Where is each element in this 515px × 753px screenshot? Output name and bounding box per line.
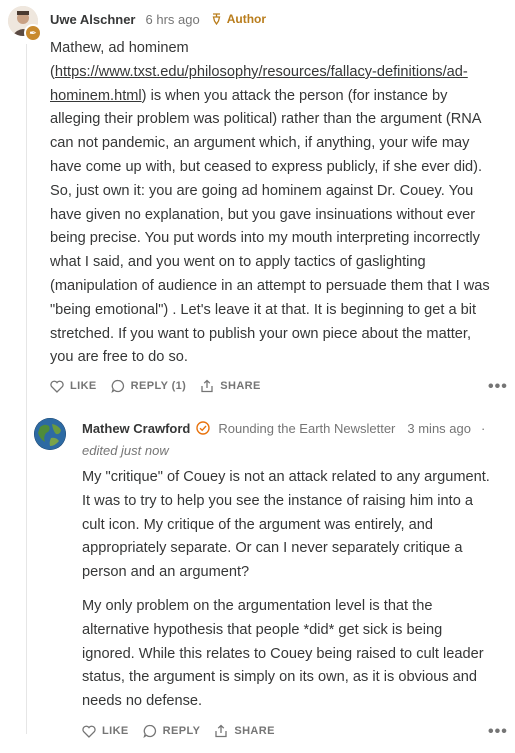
reply-button[interactable]: REPLY (1) xyxy=(111,379,187,393)
globe-avatar-icon xyxy=(34,418,66,450)
comment-header: Mathew Crawford Rounding the Earth Newsl… xyxy=(82,419,485,437)
comment-body-paragraph-2: My only problem on the argumentation lev… xyxy=(82,595,510,714)
comment-line: can not pandemic, an argument which, if … xyxy=(50,135,470,152)
share-icon xyxy=(215,724,227,738)
like-button[interactable]: LIKE xyxy=(50,380,97,393)
comment-line: you are free to do so. xyxy=(50,349,188,366)
reply-label: REPLY xyxy=(162,725,201,737)
speech-bubble-icon xyxy=(111,379,124,393)
share-label: SHARE xyxy=(234,725,275,737)
comment-line: My only problem on the argumentation lev… xyxy=(82,598,433,614)
like-label: LIKE xyxy=(102,725,129,737)
thread-line xyxy=(26,44,27,404)
more-options-icon[interactable]: ••• xyxy=(488,378,508,396)
share-button[interactable]: SHARE xyxy=(200,379,261,393)
thread-line xyxy=(26,404,27,734)
verified-check-icon xyxy=(196,421,211,435)
reply-label: REPLY (1) xyxy=(130,380,187,392)
heart-icon xyxy=(82,725,96,738)
pen-nib-icon xyxy=(212,13,221,25)
heart-icon xyxy=(50,380,64,393)
author-badge: Author xyxy=(212,12,266,26)
comment-line: So, just own it: you are going ad homine… xyxy=(50,182,474,199)
comment-body: My "critique" of Couey is not an attack … xyxy=(82,466,510,585)
comment-line: cult icon. My critique of the argument w… xyxy=(82,516,433,533)
comment-line: needs no defense. xyxy=(82,693,203,710)
separator-dot: · xyxy=(480,420,486,436)
share-icon xyxy=(201,379,213,393)
more-options-icon[interactable]: ••• xyxy=(488,723,508,741)
avatar[interactable] xyxy=(34,418,66,450)
comment-line: being precise. You put words into my mou… xyxy=(50,230,480,247)
comment-actions: LIKE REPLY (1) SHARE xyxy=(50,379,275,393)
timestamp[interactable]: 6 hrs ago xyxy=(146,12,200,27)
author-pen-badge-icon: ✒ xyxy=(24,24,42,42)
comment-line: It was to try to help you see the instan… xyxy=(82,492,473,509)
comment-header: Uwe Alschner 6 hrs ago Author xyxy=(50,10,266,28)
comment-line: (manipulation of audience in an attempt … xyxy=(50,277,490,294)
comment-line: have given no explanation, but you gave … xyxy=(50,206,476,223)
comment-line: appropriately separate. Or can I never s… xyxy=(82,540,463,557)
author-name[interactable]: Mathew Crawford xyxy=(82,421,190,436)
comment-line-rest: ) is when you attack the person (for ins… xyxy=(141,87,448,104)
like-button[interactable]: LIKE xyxy=(82,725,129,738)
comment-line: hominem.html) is when you attack the per… xyxy=(50,85,508,109)
speech-bubble-icon xyxy=(143,724,156,738)
comment-line: alleging their problem was political) ra… xyxy=(50,111,482,128)
publication-link[interactable]: Rounding the Earth Newsletter xyxy=(218,421,395,436)
author-badge-label: Author xyxy=(226,12,267,26)
author-name[interactable]: Uwe Alschner xyxy=(50,12,136,27)
fallacy-link[interactable]: https://www.txst.edu/philosophy/resource… xyxy=(55,64,468,80)
comment-line: status, the argument is simply on its ow… xyxy=(82,669,478,686)
comment-actions: LIKE REPLY SHARE xyxy=(82,724,289,738)
comment-line: ignored. While this relates to Couey bei… xyxy=(82,645,484,662)
comment-line: Mathew, ad hominem xyxy=(50,40,189,56)
edited-indicator: edited just now xyxy=(82,443,169,458)
comment-line: stretched. If you want to publish your o… xyxy=(50,325,472,342)
comment-line: person and an argument? xyxy=(82,564,250,581)
share-label: SHARE xyxy=(220,380,261,392)
share-button[interactable]: SHARE xyxy=(214,724,275,738)
comment-line: My "critique" of Couey is not an attack … xyxy=(82,469,490,485)
comment-body: Mathew, ad hominem (https://www.txst.edu… xyxy=(50,37,508,370)
comment-line: what I said, and you went on to apply ta… xyxy=(50,254,426,271)
comment-line: have come up with, but ceased to express… xyxy=(50,158,483,175)
fallacy-link-cont[interactable]: hominem.html xyxy=(50,88,142,104)
timestamp[interactable]: 3 mins ago xyxy=(407,421,471,436)
comment-line: (https://www.txst.edu/philosophy/resourc… xyxy=(50,63,468,80)
reply-button[interactable]: REPLY xyxy=(143,724,201,738)
comment-line: alternative hypothesis that people *did*… xyxy=(82,621,443,638)
like-label: LIKE xyxy=(70,380,97,392)
comment-line: "being emotional") . Let's leave it at t… xyxy=(50,301,477,318)
